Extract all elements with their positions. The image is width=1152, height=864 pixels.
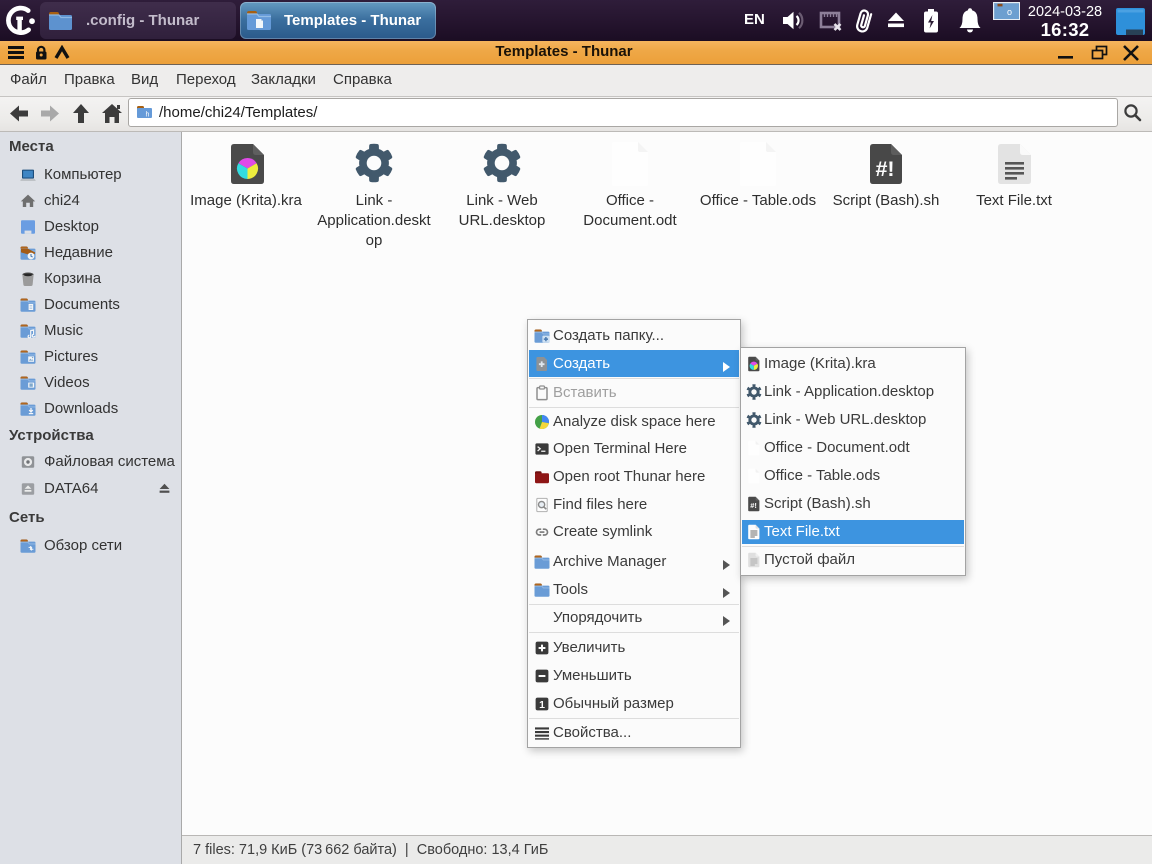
svg-text:o: o xyxy=(1007,7,1012,17)
svg-text:#!: #! xyxy=(875,157,894,181)
svg-text:#!: #! xyxy=(750,501,757,510)
svg-text:h: h xyxy=(146,112,150,119)
svg-text:1: 1 xyxy=(539,698,545,710)
